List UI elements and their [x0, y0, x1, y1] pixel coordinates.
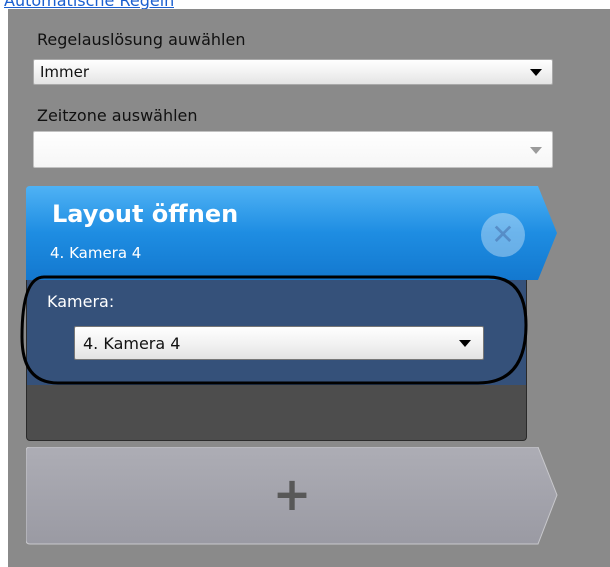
- trigger-dropdown[interactable]: Immer: [33, 59, 553, 85]
- add-action-button[interactable]: +: [26, 447, 558, 545]
- chevron-down-icon: [530, 147, 542, 154]
- trigger-value: Immer: [40, 63, 90, 81]
- plus-icon: +: [272, 467, 312, 521]
- trigger-label: Regelauslösung auwählen: [37, 30, 246, 49]
- action-subtitle: 4. Kamera 4: [50, 244, 142, 262]
- timezone-dropdown[interactable]: [33, 131, 553, 168]
- action-card-header[interactable]: Layout öffnen 4. Kamera 4 ✕: [26, 186, 558, 281]
- action-title: Layout öffnen: [52, 200, 239, 228]
- close-icon: ✕: [491, 218, 515, 251]
- annotation-ellipse: [20, 275, 528, 385]
- top-link[interactable]: Automatische Regeln: [4, 0, 174, 9]
- timezone-label: Zeitzone auswählen: [37, 106, 198, 125]
- chevron-down-icon: [530, 69, 542, 76]
- close-button[interactable]: ✕: [481, 213, 525, 257]
